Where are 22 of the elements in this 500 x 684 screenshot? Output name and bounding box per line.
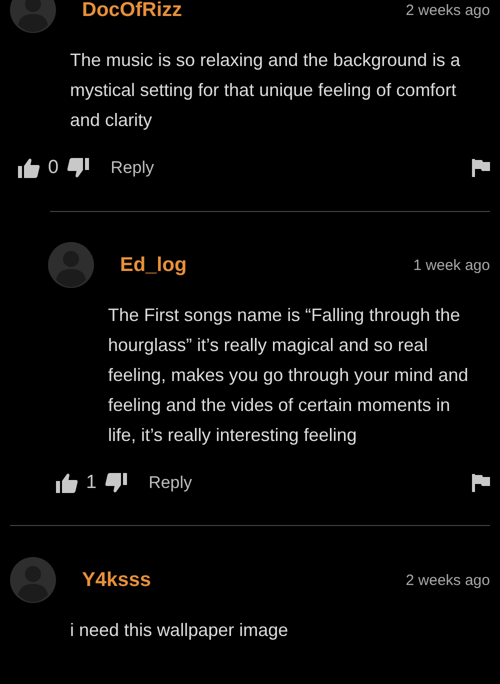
author-name[interactable]: DocOfRizz bbox=[82, 0, 182, 22]
avatar-icon bbox=[10, 557, 56, 603]
flag-icon[interactable] bbox=[472, 159, 490, 177]
thumbs-up-icon[interactable] bbox=[56, 473, 78, 493]
avatar-icon bbox=[10, 0, 56, 33]
comment-time: 1 week ago bbox=[413, 256, 490, 274]
comment-text: The First songs name is “Falling through the hourglass” it’s really magical and so real feeling, makes you go through your mind and feeling and the vides of certain moments in life, it’s really interesting feeling bbox=[108, 304, 470, 447]
thumbs-down-icon[interactable] bbox=[66, 158, 89, 178]
like-count: 0 bbox=[48, 157, 59, 179]
comment-text: The music is so relaxing and the background is a mystical setting for that unique feeling of comfort and clarity bbox=[70, 49, 462, 132]
thumbs-down-icon[interactable] bbox=[104, 473, 127, 493]
flag-icon[interactable] bbox=[472, 474, 490, 492]
comment-text: i need this wallpaper image bbox=[70, 619, 290, 642]
reply-button[interactable]: Reply bbox=[110, 158, 154, 178]
author-name[interactable]: Ed_log bbox=[120, 254, 187, 276]
like-count: 1 bbox=[86, 472, 97, 494]
author-name[interactable]: Y4ksss bbox=[82, 568, 151, 592]
comment-time: 2 weeks ago bbox=[406, 572, 490, 588]
comment-time: 2 weeks ago bbox=[406, 2, 490, 18]
thumbs-up-icon[interactable] bbox=[18, 158, 40, 178]
avatar-icon bbox=[48, 242, 94, 288]
reply-button[interactable]: Reply bbox=[148, 473, 192, 493]
